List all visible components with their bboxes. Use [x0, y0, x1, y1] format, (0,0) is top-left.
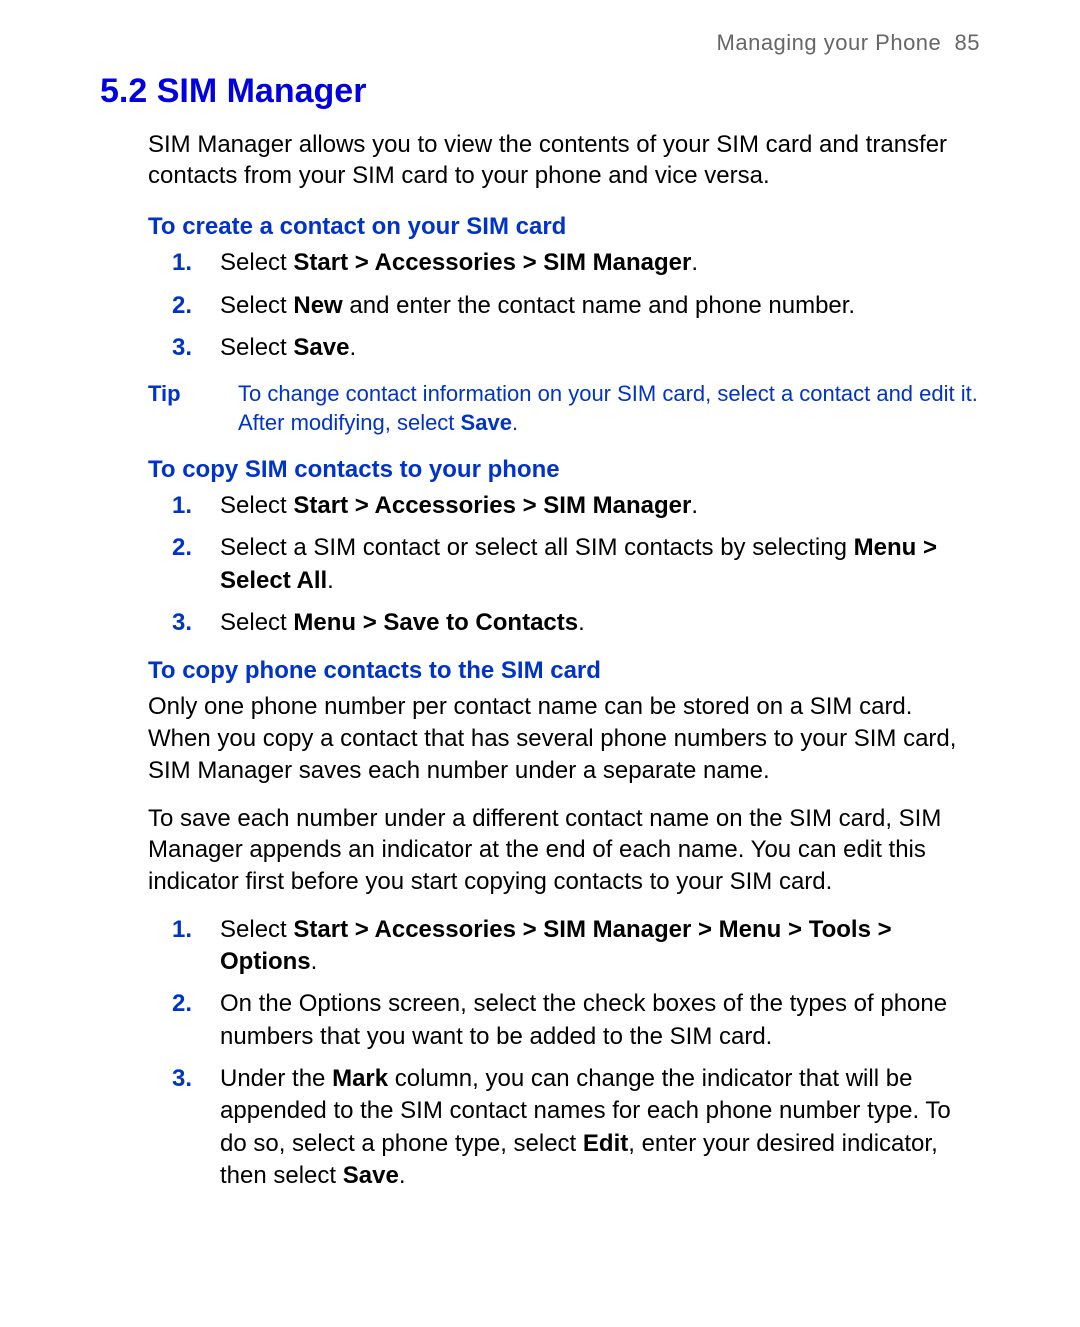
list-item: On the Options screen, select the check … [212, 988, 980, 1053]
section-heading: 5.2 SIM Manager [100, 72, 980, 111]
manual-page: Managing your Phone 85 5.2 SIM Manager S… [0, 0, 1080, 1327]
list-item: Select a SIM contact or select all SIM c… [212, 532, 980, 597]
page-number: 85 [955, 30, 980, 55]
section-title-text: SIM Manager [157, 72, 367, 110]
tip-body: To change contact information on your SI… [238, 379, 980, 438]
body-paragraph: Only one phone number per contact name c… [148, 691, 980, 786]
list-item: Select New and enter the contact name an… [212, 290, 980, 322]
list-item: Select Save. [212, 332, 980, 364]
list-item: Under the Mark column, you can change th… [212, 1063, 980, 1193]
subheading-copy-to-phone: To copy SIM contacts to your phone [148, 456, 980, 484]
running-header: Managing your Phone 85 [100, 30, 980, 56]
list-item: Select Start > Accessories > SIM Manager… [212, 914, 980, 979]
steps-create-contact: Select Start > Accessories > SIM Manager… [160, 247, 980, 364]
steps-copy-to-phone: Select Start > Accessories > SIM Manager… [160, 490, 980, 640]
steps-copy-to-sim: Select Start > Accessories > SIM Manager… [160, 914, 980, 1193]
section-number: 5.2 [100, 72, 147, 110]
subheading-copy-to-sim: To copy phone contacts to the SIM card [148, 657, 980, 685]
list-item: Select Start > Accessories > SIM Manager… [212, 247, 980, 279]
body-paragraph: To save each number under a different co… [148, 803, 980, 898]
tip-label: Tip [148, 379, 238, 438]
intro-paragraph: SIM Manager allows you to view the conte… [148, 129, 980, 191]
list-item: Select Start > Accessories > SIM Manager… [212, 490, 980, 522]
subheading-create-contact: To create a contact on your SIM card [148, 213, 980, 241]
tip-block: Tip To change contact information on you… [148, 379, 980, 438]
list-item: Select Menu > Save to Contacts. [212, 607, 980, 639]
running-title: Managing your Phone [717, 30, 942, 55]
